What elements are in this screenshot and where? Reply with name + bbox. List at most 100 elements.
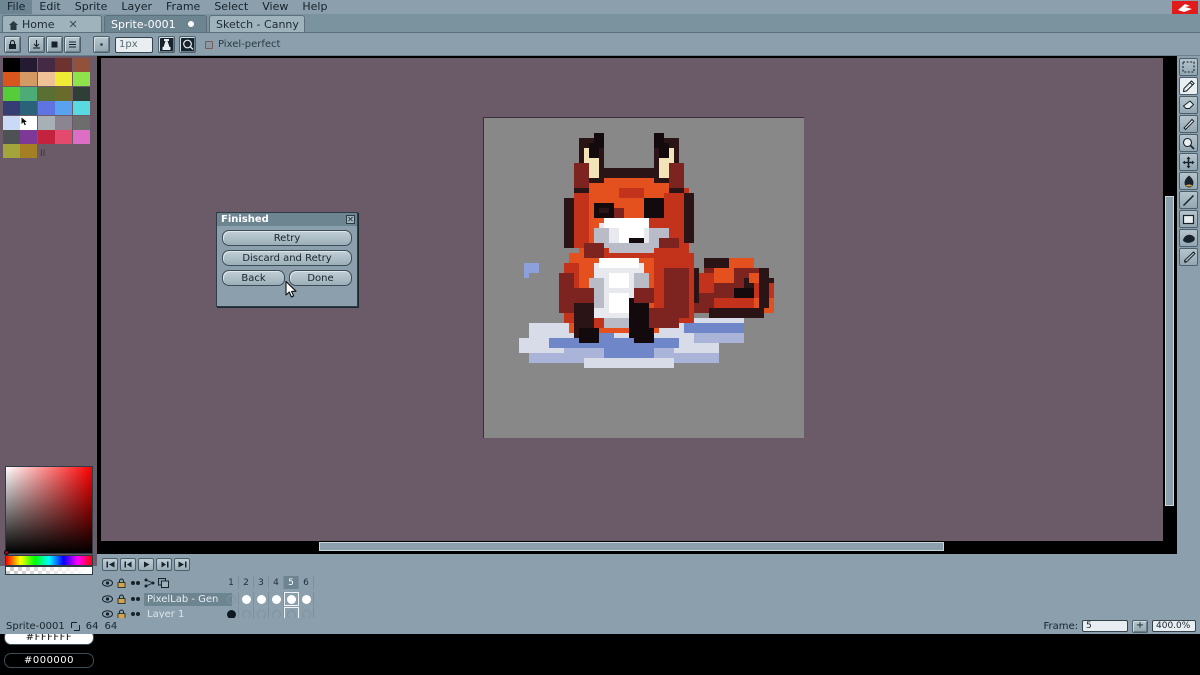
palette-swatch[interactable] xyxy=(38,101,55,115)
timeline-cel[interactable] xyxy=(254,592,269,606)
close-icon[interactable]: ✕ xyxy=(68,18,77,31)
onion-skin-icon[interactable] xyxy=(144,578,155,589)
vertical-scrollbar[interactable] xyxy=(1164,56,1175,541)
last-frame-icon[interactable] xyxy=(174,558,190,571)
palette-swatch[interactable] xyxy=(20,130,37,144)
blend-mode-icon[interactable] xyxy=(179,36,196,53)
color-palette[interactable]: II xyxy=(3,58,91,160)
menu-item-help[interactable]: Help xyxy=(295,0,334,14)
paint-bucket-icon[interactable] xyxy=(1179,172,1198,190)
brush-icon[interactable] xyxy=(1179,248,1198,266)
palette-swatch[interactable] xyxy=(3,144,20,158)
palette-swatch[interactable] xyxy=(38,87,55,101)
hue-slider[interactable] xyxy=(5,555,93,566)
fill-square-icon[interactable] xyxy=(46,36,63,53)
pencil-icon[interactable] xyxy=(1179,77,1198,95)
move-icon[interactable] xyxy=(1179,153,1198,171)
first-frame-icon[interactable] xyxy=(102,558,118,571)
horizontal-scrollbar-thumb[interactable] xyxy=(319,542,944,551)
eraser-icon[interactable] xyxy=(1179,96,1198,114)
palette-swatch[interactable] xyxy=(3,72,20,86)
lasso-icon[interactable] xyxy=(1179,229,1198,247)
menu-item-select[interactable]: Select xyxy=(207,0,255,14)
palette-swatch[interactable] xyxy=(3,101,20,115)
continuous-icon[interactable] xyxy=(130,578,141,589)
circle-brush-icon[interactable] xyxy=(93,36,110,53)
palette-swatch[interactable] xyxy=(20,72,37,86)
menu-item-view[interactable]: View xyxy=(255,0,295,14)
palette-swatch[interactable] xyxy=(20,116,37,130)
continuous-icon[interactable] xyxy=(130,594,141,605)
tab-sketch-canny[interactable]: Sketch - Canny xyxy=(209,15,305,32)
next-frame-icon[interactable] xyxy=(156,558,172,571)
brush-size-input[interactable]: 1px xyxy=(115,37,153,53)
palette-swatch[interactable] xyxy=(55,130,72,144)
play-icon[interactable] xyxy=(138,558,154,571)
discard-and-retry-button[interactable]: Discard and Retry xyxy=(222,250,352,266)
frame-number-cell[interactable]: 6 xyxy=(299,576,314,589)
add-frame-button[interactable]: + xyxy=(1132,620,1148,633)
rectangle-icon[interactable] xyxy=(1179,210,1198,228)
lock-icon[interactable] xyxy=(116,594,127,605)
previous-frame-icon[interactable] xyxy=(120,558,136,571)
ink-icon[interactable] xyxy=(158,36,175,53)
frame-number-cell[interactable]: 5 xyxy=(284,576,299,589)
dialog-title-bar[interactable]: Finished ✕ xyxy=(217,213,357,226)
palette-swatch[interactable] xyxy=(73,130,90,144)
zoom-input[interactable]: 400.0% xyxy=(1152,620,1196,632)
palette-swatch[interactable] xyxy=(55,72,72,86)
frame-number-cell[interactable]: 1 xyxy=(224,576,239,589)
lock-icon[interactable] xyxy=(4,36,21,53)
palette-swatch[interactable] xyxy=(3,58,20,72)
alpha-slider[interactable] xyxy=(5,566,93,575)
palette-swatch[interactable] xyxy=(55,101,72,115)
line-icon[interactable] xyxy=(1179,191,1198,209)
menu-item-layer[interactable]: Layer xyxy=(114,0,159,14)
import-icon[interactable] xyxy=(28,36,45,53)
layer-name-label[interactable]: PixelLab - Gen xyxy=(144,593,232,606)
horizontal-scrollbar[interactable] xyxy=(97,541,1177,552)
close-icon[interactable]: ✕ xyxy=(346,215,355,224)
rectangular-marquee-icon[interactable] xyxy=(1179,58,1198,76)
retry-button[interactable]: Retry xyxy=(222,230,352,246)
palette-swatch[interactable] xyxy=(55,116,72,130)
palette-swatch[interactable] xyxy=(20,101,37,115)
palette-swatch[interactable] xyxy=(55,87,72,101)
palette-swatch[interactable] xyxy=(73,87,90,101)
layer-row-pixellab[interactable]: PixelLab - Gen xyxy=(102,592,232,606)
color-picker-sv[interactable] xyxy=(5,466,93,554)
frame-input[interactable]: 5 xyxy=(1082,620,1128,632)
list-icon[interactable] xyxy=(64,36,81,53)
background-color-field[interactable]: #000000 xyxy=(4,653,94,668)
palette-swatch[interactable] xyxy=(3,130,20,144)
menu-item-frame[interactable]: Frame xyxy=(159,0,207,14)
palette-swatch[interactable] xyxy=(73,72,90,86)
done-button[interactable]: Done xyxy=(289,270,352,286)
palette-swatch[interactable] xyxy=(38,58,55,72)
pixel-perfect-checkbox[interactable] xyxy=(205,41,213,49)
frame-number-cell[interactable]: 2 xyxy=(239,576,254,589)
frame-number-cell[interactable]: 4 xyxy=(269,576,284,589)
menu-item-sprite[interactable]: Sprite xyxy=(68,0,115,14)
palette-swatch[interactable] xyxy=(55,58,72,72)
palette-swatch[interactable] xyxy=(38,116,55,130)
zoom-icon[interactable] xyxy=(1179,134,1198,152)
palette-swatch[interactable] xyxy=(38,72,55,86)
palette-swatch[interactable] xyxy=(3,87,20,101)
palette-swatch[interactable] xyxy=(73,101,90,115)
tab-home[interactable]: Home ✕ xyxy=(2,15,102,32)
vertical-scrollbar-thumb[interactable] xyxy=(1165,196,1174,506)
timeline-cel[interactable] xyxy=(224,592,239,606)
palette-swatch[interactable] xyxy=(20,144,37,158)
timeline-cel[interactable] xyxy=(269,592,284,606)
lock-icon[interactable] xyxy=(116,578,127,589)
sprite-canvas[interactable] xyxy=(483,117,804,438)
eye-icon[interactable] xyxy=(102,578,113,589)
tab-sprite-0001[interactable]: Sprite-0001 xyxy=(104,15,207,32)
menu-item-file[interactable]: File xyxy=(0,0,32,14)
back-button[interactable]: Back xyxy=(222,270,285,286)
palette-swatch[interactable] xyxy=(3,116,20,130)
duplicate-icon[interactable] xyxy=(158,578,169,589)
timeline-cel[interactable] xyxy=(284,592,299,606)
palette-swatch[interactable] xyxy=(73,58,90,72)
